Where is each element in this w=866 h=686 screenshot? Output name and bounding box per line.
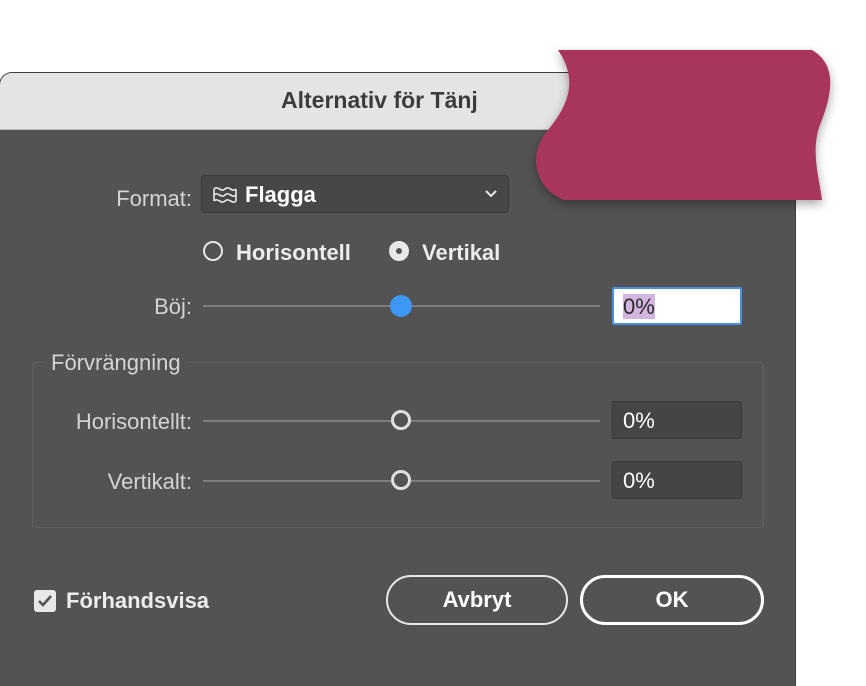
bend-slider-thumb[interactable]	[390, 295, 412, 317]
cancel-button[interactable]: Avbryt	[386, 575, 568, 625]
flag-preview-graphic	[536, 50, 831, 200]
vertical-distortion-thumb[interactable]	[391, 470, 411, 490]
bend-value-field[interactable]: 0%	[612, 287, 742, 325]
radio-horizontal-label[interactable]: Horisontell	[236, 240, 351, 266]
format-dropdown[interactable]: Flagga	[201, 175, 509, 213]
ok-button[interactable]: OK	[580, 575, 764, 625]
distortion-group	[32, 362, 764, 528]
checkmark-icon	[38, 595, 52, 607]
bend-label: Böj:	[154, 294, 192, 319]
radio-vertical-label[interactable]: Vertikal	[422, 240, 500, 266]
stage: Alternativ för Tänj Format: Flagga Horis…	[0, 0, 866, 686]
vertical-distortion-field[interactable]: 0%	[612, 461, 742, 499]
radio-vertical[interactable]	[389, 241, 409, 261]
horizontal-distortion-label: Horisontellt:	[75, 409, 192, 434]
format-value: Flagga	[245, 182, 316, 207]
horizontal-distortion-field[interactable]: 0%	[612, 401, 742, 439]
dialog-title: Alternativ för Tänj	[281, 87, 478, 113]
bend-value: 0%	[623, 294, 655, 319]
radio-horizontal[interactable]	[203, 241, 223, 261]
distortion-group-label: Förvrängning	[43, 350, 189, 376]
preview-checkbox[interactable]	[34, 590, 56, 612]
chevron-down-icon	[485, 190, 497, 198]
flag-wave-icon	[213, 187, 237, 203]
vertical-distortion-label: Vertikalt:	[107, 469, 192, 494]
horizontal-distortion-thumb[interactable]	[391, 410, 411, 430]
format-label: Format:	[116, 186, 192, 211]
preview-label[interactable]: Förhandsvisa	[66, 588, 209, 614]
